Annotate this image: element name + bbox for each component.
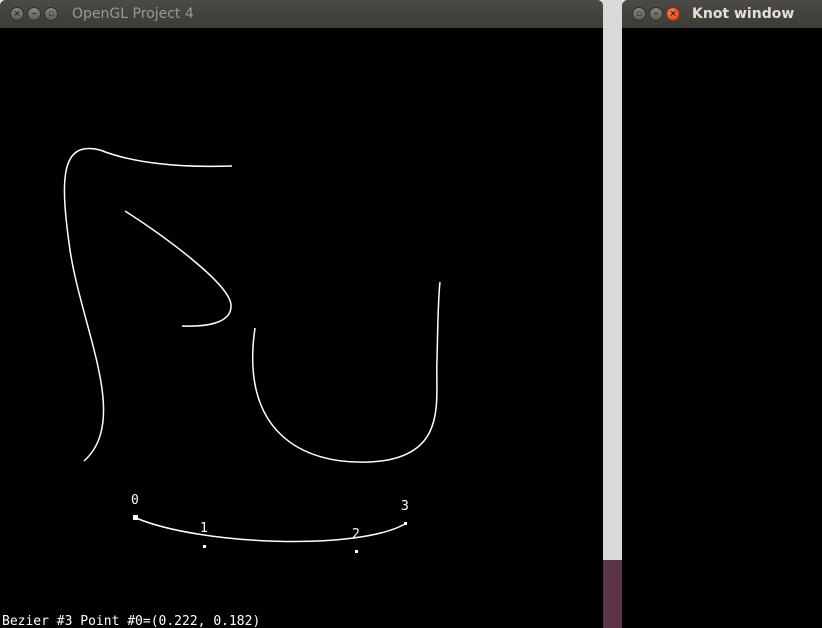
control-point-label-3: 3 <box>401 499 409 514</box>
opengl-window-titlebar[interactable]: × – ▫ OpenGL Project 4 <box>0 0 603 28</box>
desktop-background <box>602 0 622 560</box>
bezier-curve-1[interactable] <box>63 147 233 462</box>
knot-minimize-button[interactable]: – <box>649 7 663 21</box>
control-point-label-0: 0 <box>131 493 139 508</box>
minimize-icon: – <box>653 8 659 19</box>
minimize-icon: – <box>31 8 37 19</box>
desktop: × – ▫ OpenGL Project 4 0 1 2 3 Bezier #3… <box>0 0 822 628</box>
knot-close-button[interactable]: × <box>666 7 680 21</box>
knot-window-menu-button[interactable]: ▫ <box>632 7 646 21</box>
opengl-canvas[interactable]: 0 1 2 3 <box>0 28 603 628</box>
control-point-label-1: 1 <box>200 521 208 536</box>
bezier-drawing[interactable]: 0 1 2 3 <box>0 28 603 628</box>
knot-window-controls: ▫ – × <box>632 7 680 21</box>
close-icon: × <box>13 8 21 19</box>
status-text: Bezier #3 Point #0=(0.222, 0.182) <box>2 614 261 628</box>
close-icon: × <box>669 8 677 19</box>
knot-window[interactable]: ▫ – × Knot window <box>622 0 822 628</box>
control-point-0[interactable] <box>133 515 138 520</box>
close-button[interactable]: × <box>10 7 24 21</box>
minimize-button[interactable]: – <box>27 7 41 21</box>
window-menu-icon: ▫ <box>47 8 55 19</box>
control-point-3[interactable] <box>404 522 407 525</box>
desktop-background-edge <box>602 560 622 628</box>
knot-window-title: Knot window <box>692 6 795 22</box>
bezier-curve-2[interactable] <box>124 210 232 327</box>
window-menu-icon: ▫ <box>635 8 643 19</box>
maximize-button[interactable]: ▫ <box>44 7 58 21</box>
control-point-1[interactable] <box>203 545 206 548</box>
knot-window-titlebar[interactable]: ▫ – × Knot window <box>622 0 822 28</box>
control-point-2[interactable] <box>355 550 358 553</box>
knot-canvas[interactable] <box>622 28 822 628</box>
opengl-window[interactable]: × – ▫ OpenGL Project 4 0 1 2 3 Bezier #3… <box>0 0 603 628</box>
window-title: OpenGL Project 4 <box>72 6 194 22</box>
control-point-label-2: 2 <box>352 527 360 542</box>
bezier-curve-active[interactable] <box>135 517 406 543</box>
window-controls: × – ▫ <box>10 7 58 21</box>
bezier-curve-3[interactable] <box>252 281 441 463</box>
